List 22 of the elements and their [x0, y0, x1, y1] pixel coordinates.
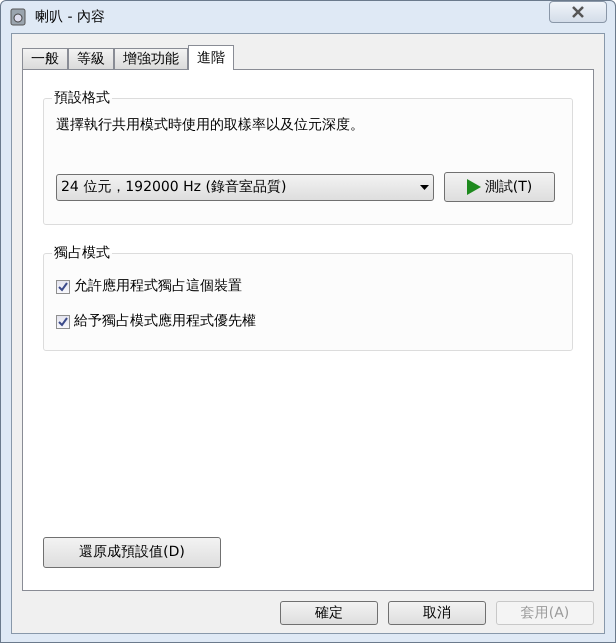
- tab[interactable]: 等級: [68, 48, 114, 69]
- checkbox-label: 給予獨占模式應用程式優先權: [74, 312, 256, 331]
- tab[interactable]: 進階: [188, 45, 234, 70]
- dialog-button[interactable]: 確定: [280, 601, 378, 625]
- group-title: 獨占模式: [53, 244, 111, 263]
- close-icon: [571, 6, 585, 18]
- format-dropdown[interactable]: 24 位元，192000 Hz (錄音室品質): [56, 174, 434, 200]
- speaker-icon: [9, 8, 27, 26]
- checkbox-label: 允許應用程式獨占這個裝置: [74, 277, 242, 296]
- dialog-button[interactable]: 取消: [388, 601, 486, 625]
- checkbox[interactable]: [56, 280, 70, 294]
- checkbox[interactable]: [56, 314, 70, 328]
- test-button[interactable]: 測試(T): [444, 172, 555, 202]
- play-icon: [466, 179, 481, 195]
- restore-defaults-button[interactable]: 還原成預設值(D): [43, 537, 221, 568]
- close-button[interactable]: [549, 1, 607, 23]
- group-title: 預設格式: [53, 89, 111, 108]
- tab[interactable]: 一般: [22, 48, 68, 69]
- caret-icon: [420, 184, 429, 190]
- window-title: 喇叭 - 內容: [35, 8, 105, 26]
- tab[interactable]: 增強功能: [114, 48, 188, 69]
- description-text: 選擇執行共用模式時使用的取樣率以及位元深度。: [56, 116, 365, 135]
